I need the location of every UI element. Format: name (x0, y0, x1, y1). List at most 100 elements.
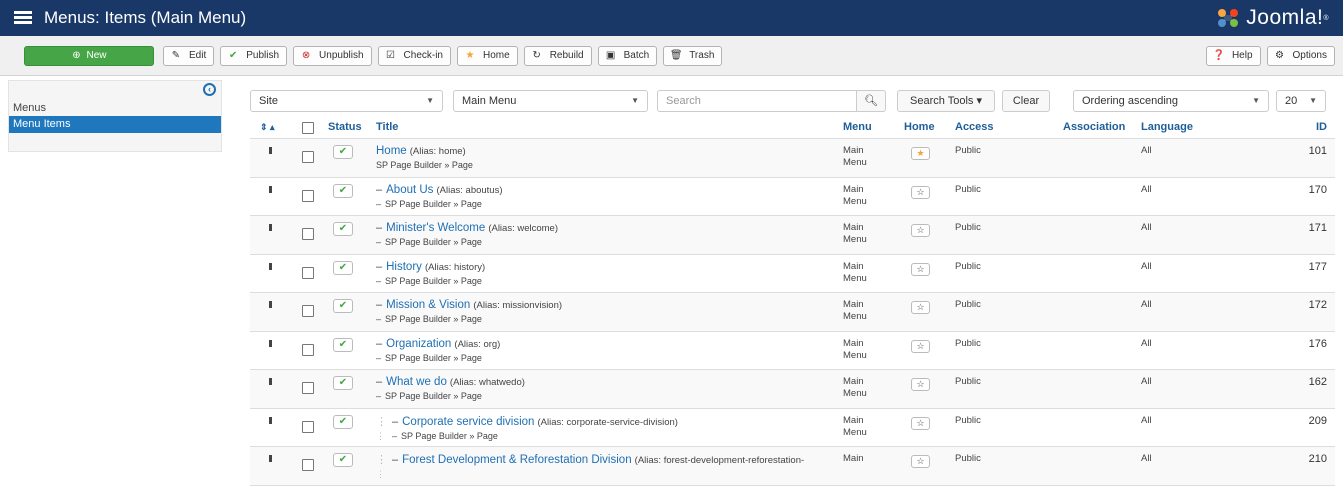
header-association[interactable]: Association (1063, 121, 1125, 133)
sidebar-item-menus[interactable]: Menus (9, 99, 221, 117)
home-star-icon[interactable]: ☆ (911, 455, 930, 468)
drag-handle-icon[interactable] (269, 378, 272, 385)
row-checkbox[interactable] (302, 189, 314, 202)
joomla-logo[interactable]: Joomla! ® (1216, 6, 1329, 30)
item-title-link[interactable]: Forest Development & Reforestation Divis… (402, 454, 631, 466)
header-title[interactable]: Title (376, 121, 398, 133)
item-title-link[interactable]: History (386, 261, 422, 273)
row-checkbox[interactable] (302, 420, 314, 433)
limit-select[interactable]: 20 ▼ (1276, 90, 1326, 112)
row-checkbox[interactable] (302, 343, 314, 356)
header-home[interactable]: Home (904, 121, 935, 133)
row-checkbox[interactable] (302, 459, 314, 471)
page-title: Menus: Items (Main Menu) (44, 8, 247, 27)
table-row: ✔ – Minister's Welcome (Alias: welcome) – SP… (250, 216, 1335, 255)
drag-handle-icon[interactable] (269, 262, 272, 270)
sidebar-toggle-icon[interactable]: ‹ (203, 83, 216, 96)
access-cell: Public (955, 414, 981, 426)
item-title-link[interactable]: Corporate service division (402, 416, 534, 428)
home-star-icon[interactable]: ☆ (911, 224, 930, 237)
table-row: ✔ – Mission & Vision (Alias: missionvision… (250, 293, 1335, 332)
header-status[interactable]: Status (328, 121, 362, 133)
item-title-link[interactable]: What we do (386, 376, 447, 388)
published-status-toggle[interactable]: ✔ (333, 222, 353, 236)
header-language[interactable]: Language (1141, 121, 1193, 133)
drag-handle-icon[interactable] (269, 301, 272, 308)
menu-select[interactable]: Main Menu ▼ (453, 90, 648, 112)
item-alias: (Alias: aboutus) (436, 184, 503, 196)
trash-icon: 🗑 (669, 50, 683, 61)
home-star-icon[interactable]: ☆ (911, 301, 930, 314)
access-cell: Public (955, 260, 981, 272)
row-checkbox[interactable] (302, 266, 314, 279)
id-cell: 177 (1308, 260, 1327, 273)
drag-handle-icon[interactable] (269, 224, 272, 231)
options-button[interactable]: ⚙ Options (1266, 45, 1335, 66)
item-title-link[interactable]: Organization (386, 338, 451, 350)
table-row: ✔ – What we do (Alias: whatwedo) – SP Page B… (250, 370, 1335, 409)
item-title-link[interactable]: About Us (386, 184, 433, 196)
published-status-toggle[interactable]: ✔ (333, 453, 353, 467)
rebuild-button[interactable]: ↻ Rebuild (523, 45, 592, 66)
batch-button[interactable]: ▣ Batch (597, 45, 658, 66)
home-star-icon[interactable]: ☆ (911, 185, 930, 199)
home-star-icon[interactable]: ☆ (911, 378, 930, 391)
drag-handle-icon[interactable] (269, 185, 272, 193)
home-button[interactable]: ★ Home (457, 45, 518, 66)
access-cell: Public (955, 222, 981, 233)
item-type: SP Page Builder » Page (385, 391, 482, 401)
home-star-icon[interactable]: ☆ (911, 339, 930, 353)
sidebar-item-menu-items[interactable]: Menu Items (9, 116, 221, 133)
header-menu[interactable]: Menu (843, 121, 872, 133)
header-id[interactable]: ID (1316, 121, 1327, 133)
home-star-icon[interactable]: ☆ (911, 416, 930, 430)
published-status-toggle[interactable]: ✔ (333, 299, 353, 313)
drag-handle-icon[interactable] (269, 147, 272, 154)
table-row: ✔ ⋮ – Forest Development & Reforestation Di… (250, 447, 1335, 486)
title-cell: Home (Alias: home) SP Page Builder » Page (376, 145, 473, 170)
sort-ordering-icon[interactable]: ⇕ ▴ (260, 122, 275, 133)
menu-cell: Main Menu (843, 414, 867, 438)
search-input[interactable]: Search (657, 90, 857, 112)
search-tools-button[interactable]: Search Tools ▾ (897, 90, 995, 112)
search-icon[interactable]: 🔍︎ (856, 90, 886, 112)
home-star-filled-icon[interactable]: ★ (911, 147, 930, 160)
header-access[interactable]: Access (955, 121, 994, 133)
published-status-toggle[interactable]: ✔ (333, 414, 353, 429)
published-status-toggle[interactable]: ✔ (333, 145, 353, 159)
edit-button[interactable]: ✎ Edit (163, 45, 215, 66)
clear-button[interactable]: Clear (1002, 90, 1050, 112)
trash-button[interactable]: 🗑 Trash (663, 45, 723, 66)
published-status-toggle[interactable]: ✔ (333, 183, 353, 198)
item-type: SP Page Builder » Page (385, 237, 482, 247)
drag-handle-icon[interactable] (269, 416, 272, 424)
checkin-button[interactable]: ☑ Check-in (377, 45, 451, 66)
row-checkbox[interactable] (302, 305, 314, 317)
published-status-toggle[interactable]: ✔ (333, 260, 353, 275)
new-button[interactable]: ⊕ New (24, 45, 154, 66)
client-select[interactable]: Site ▼ (250, 90, 443, 112)
menu-cell: Main Menu (843, 260, 867, 284)
language-cell: All (1141, 414, 1152, 426)
home-star-icon[interactable]: ☆ (911, 262, 930, 276)
chevron-down-icon: ▼ (426, 96, 434, 105)
access-cell: Public (955, 376, 981, 387)
row-checkbox[interactable] (302, 151, 314, 163)
published-status-toggle[interactable]: ✔ (333, 376, 353, 390)
item-title-link[interactable]: Home (376, 145, 407, 157)
unpublish-button[interactable]: ⊗ Unpublish (293, 45, 372, 66)
item-title-link[interactable]: Minister's Welcome (386, 222, 485, 234)
item-title-link[interactable]: Mission & Vision (386, 299, 470, 311)
row-checkbox[interactable] (302, 228, 314, 240)
select-all-checkbox[interactable] (302, 122, 314, 134)
help-button[interactable]: ❓ Help (1205, 45, 1261, 66)
caret-down-icon: ▾ (976, 95, 982, 107)
ordering-select[interactable]: Ordering ascending ▼ (1073, 90, 1269, 112)
check-icon: ✔ (229, 50, 238, 61)
publish-button[interactable]: ✔ Publish (220, 45, 288, 66)
published-status-toggle[interactable]: ✔ (333, 337, 353, 352)
drag-handle-icon[interactable] (269, 455, 272, 462)
menu-cell: Main Menu (843, 376, 867, 399)
drag-handle-icon[interactable] (269, 339, 272, 347)
row-checkbox[interactable] (302, 382, 314, 394)
